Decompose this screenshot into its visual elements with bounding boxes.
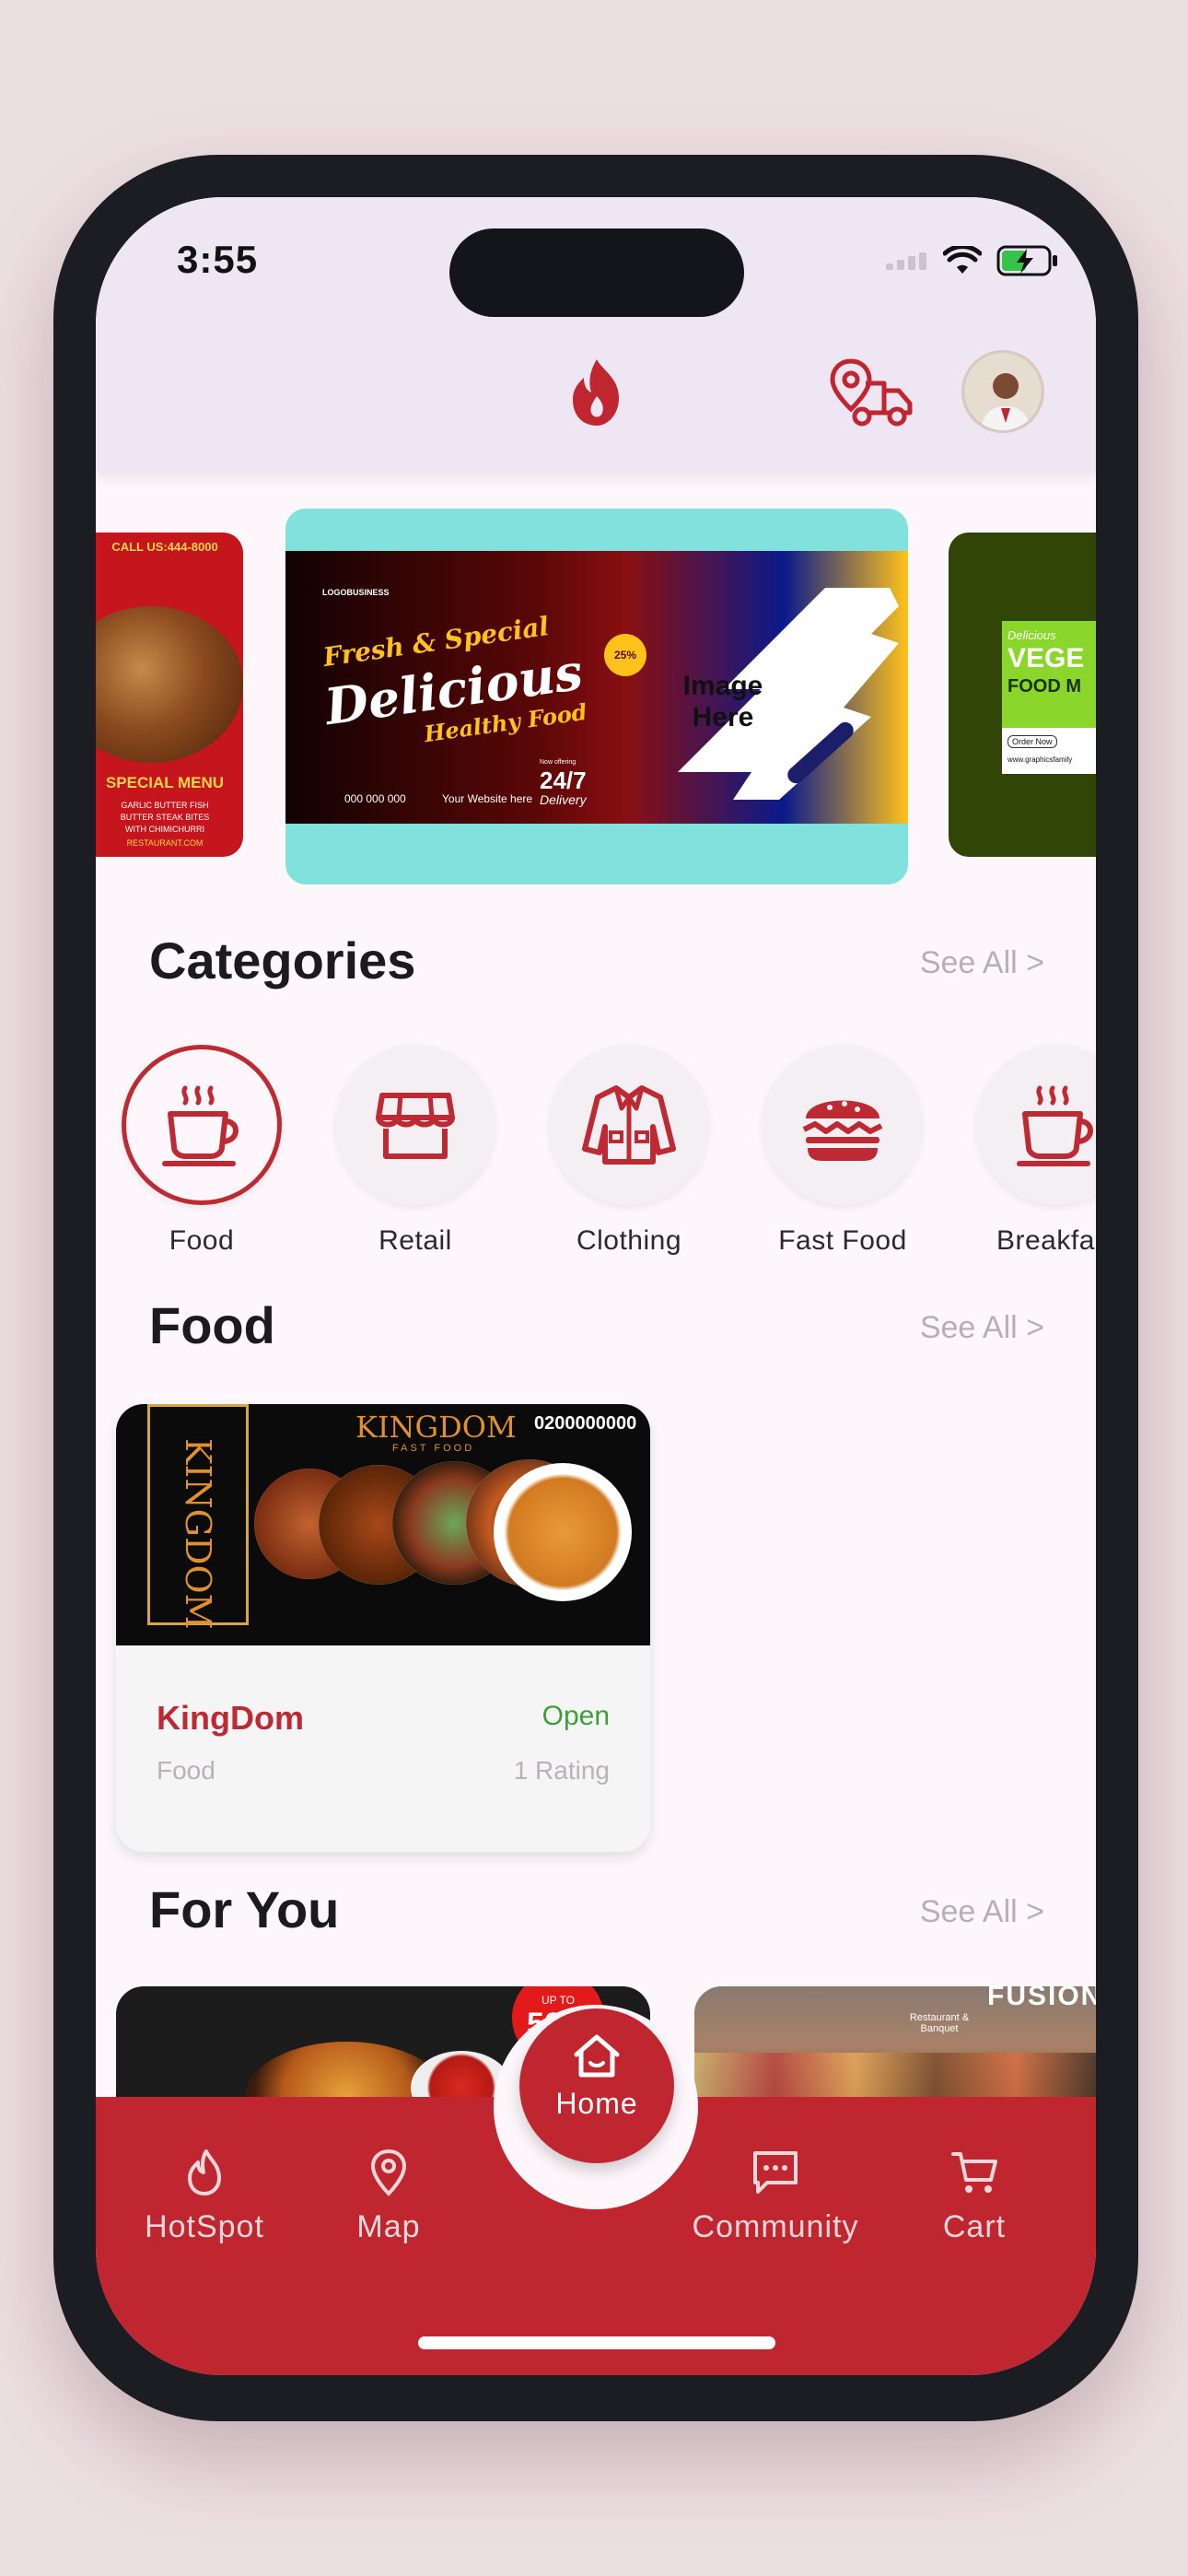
nav-cart[interactable]: Cart — [921, 2149, 1028, 2245]
restaurant-card-image: KINGDOM KINGDOM FAST FOOD 0200000000 — [116, 1404, 650, 1645]
category-label: Food — [169, 1225, 235, 1256]
category-label: Breakfa — [996, 1225, 1095, 1256]
banner-right-panel: Delicious VEGE FOOD M Order Now www.grap… — [1002, 621, 1096, 774]
category-fast-food[interactable]: Fast Food — [763, 1045, 923, 1257]
banner-offer-small: Now offering — [540, 759, 577, 766]
banner-left-item: GARLIC BUTTER FISH — [121, 801, 209, 810]
banner-right-word2: VEGE — [1007, 643, 1085, 673]
card-image-sub: FAST FOOD — [392, 1443, 475, 1454]
status-time: 3:55 — [177, 238, 259, 281]
restaurant-sign-sub: Restaurant & Banquet — [909, 2012, 970, 2034]
restaurant-sign: FUSION — [987, 1986, 1096, 2011]
home-indicator[interactable] — [418, 2336, 775, 2349]
category-clothing-circle — [549, 1045, 709, 1205]
coffee-cup-icon — [1017, 1085, 1093, 1166]
banner-right-word1: Delicious — [1007, 628, 1056, 642]
jacket-icon — [582, 1085, 676, 1165]
banner-right-cta: Order Now — [1007, 735, 1057, 748]
category-retail[interactable]: Retail — [335, 1045, 495, 1257]
carousel-banner-left[interactable]: CALL US:444-8000 SPECIAL MENU GARLIC BUT… — [96, 533, 243, 857]
categories-see-all[interactable]: See All > — [920, 945, 1044, 981]
category-fast-food-circle — [763, 1045, 923, 1205]
profile-avatar[interactable] — [961, 350, 1044, 433]
banner-website: Your Website here — [442, 792, 533, 805]
flame-icon[interactable] — [565, 357, 628, 427]
carousel-banner-right[interactable]: Delicious VEGE FOOD M Order Now www.grap… — [949, 533, 1096, 857]
home-icon — [574, 2034, 620, 2078]
flame-outline-icon — [188, 2149, 221, 2195]
burger-icon — [802, 1100, 883, 1161]
nav-label: Map — [356, 2209, 421, 2244]
restaurant-rating: 1 Rating — [513, 1756, 610, 1785]
banner-right-site: www.graphicsfamily — [1007, 755, 1073, 764]
nav-label: HotSpot — [145, 2209, 264, 2244]
nav-label: Cart — [942, 2209, 1007, 2244]
card-image-phone: 0200000000 — [534, 1413, 637, 1434]
cart-icon — [951, 2152, 997, 2193]
banner-left-call: CALL US:444-8000 — [111, 540, 218, 554]
banner-left-item: WITH CHIMICHURRI — [125, 825, 204, 834]
battery-charging-icon — [996, 245, 1057, 276]
nav-home-button[interactable]: Home — [519, 2008, 674, 2163]
category-breakfast-circle — [976, 1045, 1096, 1205]
status-icons — [886, 245, 1059, 276]
category-breakfast[interactable]: Breakfa — [976, 1045, 1096, 1257]
restaurant-name: KingDom — [157, 1699, 304, 1737]
nav-home-label: Home — [555, 2087, 638, 2120]
map-pin-icon — [370, 2149, 407, 2196]
category-retail-circle — [335, 1045, 495, 1205]
restaurant-status: Open — [542, 1701, 610, 1731]
banner-left-site: RESTAURANT.COM — [126, 838, 204, 848]
categories-title: Categories — [149, 931, 416, 989]
card-image-brand: KINGDOM — [355, 1410, 517, 1445]
banner-phone: 000 000 000 — [344, 792, 406, 805]
nav-hotspot[interactable]: HotSpot — [140, 2149, 269, 2245]
banner-left-menu: SPECIAL MENU — [105, 774, 225, 791]
delivery-truck-icon[interactable] — [827, 356, 915, 429]
banner-artwork: LOGOBUSINESS Fresh & Special Delicious H… — [285, 551, 908, 824]
food-see-all[interactable]: See All > — [920, 1310, 1044, 1346]
app-screen: 3:55 CALL US:444-8000 SPECIAL MENU GARLI… — [96, 197, 1096, 2375]
banner-offer-big: 24/7 — [540, 767, 587, 794]
banner-left-item: BUTTER STEAK BITES — [120, 813, 210, 822]
dynamic-island — [449, 228, 744, 317]
category-label: Retail — [379, 1225, 452, 1256]
banner-image-placeholder: Image Here — [682, 671, 763, 732]
nav-map[interactable]: Map — [330, 2149, 448, 2245]
restaurant-card[interactable]: KINGDOM KINGDOM FAST FOOD 0200000000 Kin… — [116, 1404, 650, 1852]
category-label: Clothing — [576, 1225, 682, 1256]
signal-icon — [886, 252, 926, 270]
wifi-icon — [943, 246, 982, 274]
category-food[interactable]: Food — [122, 1045, 282, 1257]
category-clothing[interactable]: Clothing — [549, 1045, 709, 1257]
app-header: 3:55 — [96, 197, 1096, 472]
coffee-cup-icon — [162, 1085, 239, 1166]
banner-offer-word: Delivery — [540, 792, 587, 807]
carousel-banner-main[interactable]: LOGOBUSINESS Fresh & Special Delicious H… — [285, 509, 908, 884]
chat-bubble-icon — [753, 2151, 798, 2194]
for-you-title: For You — [149, 1880, 340, 1938]
food-title: Food — [149, 1296, 275, 1354]
card-image-vertical-brand: KINGDOM — [178, 1438, 218, 1630]
banner-brand: LOGOBUSINESS — [322, 588, 390, 597]
for-you-see-all[interactable]: See All > — [920, 1894, 1044, 1930]
banner-right-word3: FOOD M — [1007, 676, 1081, 697]
banner-left-food — [96, 606, 243, 763]
storefront-icon — [376, 1093, 455, 1159]
category-label: Fast Food — [778, 1225, 907, 1256]
restaurant-category: Food — [157, 1756, 215, 1785]
category-food-circle — [122, 1045, 282, 1205]
nav-community[interactable]: Community — [674, 2149, 877, 2245]
person-photo-icon — [964, 353, 1042, 430]
nav-label: Community — [692, 2209, 859, 2244]
